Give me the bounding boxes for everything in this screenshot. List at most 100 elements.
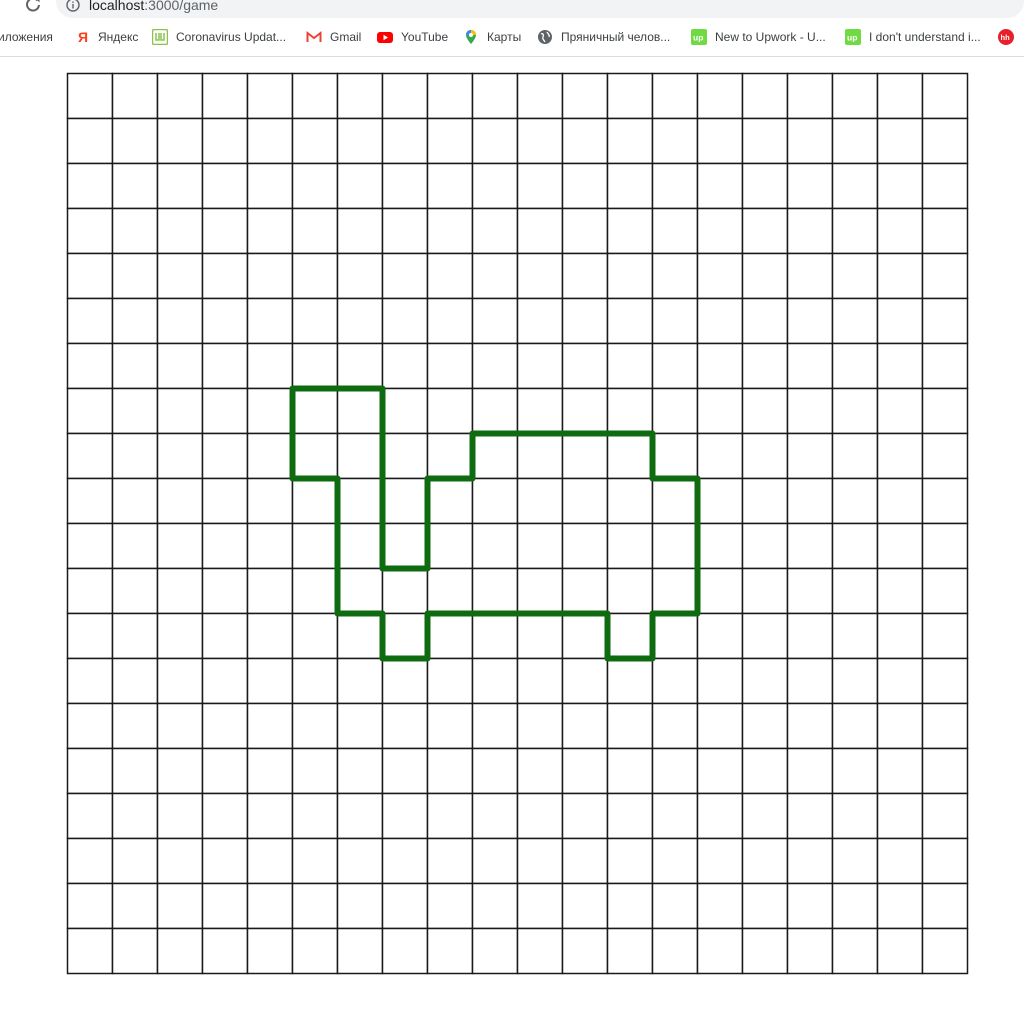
grid-cell[interactable] — [741, 162, 789, 210]
grid-cell[interactable] — [471, 207, 519, 255]
grid-cell[interactable] — [876, 612, 924, 660]
grid-cell[interactable] — [336, 882, 384, 930]
grid-cell[interactable] — [786, 432, 834, 480]
grid-cell[interactable] — [786, 522, 834, 570]
grid-cell[interactable] — [651, 522, 699, 570]
grid-cell[interactable] — [831, 162, 879, 210]
grid-cell[interactable] — [786, 387, 834, 435]
grid-cell[interactable] — [696, 297, 744, 345]
grid-cell[interactable] — [516, 387, 564, 435]
grid-cell[interactable] — [921, 747, 969, 795]
grid-cell[interactable] — [291, 477, 339, 525]
grid-cell[interactable] — [831, 882, 879, 930]
grid-cell[interactable] — [471, 522, 519, 570]
grid-cell[interactable] — [381, 72, 429, 120]
grid-cell[interactable] — [111, 612, 159, 660]
grid-cell[interactable] — [516, 837, 564, 885]
grid-cell[interactable] — [921, 117, 969, 165]
grid-cell[interactable] — [561, 792, 609, 840]
grid-cell[interactable] — [471, 837, 519, 885]
grid-cell[interactable] — [921, 657, 969, 705]
grid-cell[interactable] — [741, 747, 789, 795]
grid-cell[interactable] — [111, 702, 159, 750]
grid-cell[interactable] — [561, 207, 609, 255]
grid-cell[interactable] — [66, 702, 114, 750]
grid-cell[interactable] — [246, 522, 294, 570]
grid-cell[interactable] — [291, 252, 339, 300]
grid-cell[interactable] — [786, 117, 834, 165]
grid-cell[interactable] — [786, 207, 834, 255]
grid-cell[interactable] — [291, 657, 339, 705]
grid-cell[interactable] — [516, 342, 564, 390]
grid-cell[interactable] — [66, 927, 114, 975]
grid-cell[interactable] — [156, 837, 204, 885]
grid-cell[interactable] — [921, 567, 969, 615]
grid-cell[interactable] — [606, 207, 654, 255]
grid-cell[interactable] — [561, 477, 609, 525]
grid-cell[interactable] — [246, 297, 294, 345]
grid-cell[interactable] — [381, 117, 429, 165]
grid-cell[interactable] — [606, 702, 654, 750]
grid-cell[interactable] — [426, 297, 474, 345]
grid-cell[interactable] — [561, 297, 609, 345]
grid-cell[interactable] — [471, 882, 519, 930]
grid-cell[interactable] — [336, 207, 384, 255]
grid-cell[interactable] — [651, 342, 699, 390]
grid-cell[interactable] — [111, 567, 159, 615]
grid-cell[interactable] — [696, 747, 744, 795]
grid-cell[interactable] — [291, 522, 339, 570]
grid-cell[interactable] — [291, 882, 339, 930]
grid-cell[interactable] — [201, 387, 249, 435]
grid-cell[interactable] — [426, 882, 474, 930]
grid-cell[interactable] — [111, 162, 159, 210]
grid-cell[interactable] — [786, 342, 834, 390]
grid-cell[interactable] — [831, 837, 879, 885]
grid-cell[interactable] — [651, 882, 699, 930]
grid-cell[interactable] — [741, 342, 789, 390]
grid-cell[interactable] — [201, 252, 249, 300]
grid-cell[interactable] — [696, 702, 744, 750]
grid-cell[interactable] — [876, 117, 924, 165]
grid-cell[interactable] — [156, 702, 204, 750]
grid-cell[interactable] — [201, 342, 249, 390]
grid-cell[interactable] — [786, 837, 834, 885]
grid-cell[interactable] — [516, 252, 564, 300]
grid-cell[interactable] — [246, 72, 294, 120]
grid-cell[interactable] — [876, 252, 924, 300]
grid-cell[interactable] — [156, 342, 204, 390]
grid-cell[interactable] — [336, 252, 384, 300]
grid-cell[interactable] — [426, 342, 474, 390]
grid-cell[interactable] — [381, 927, 429, 975]
grid-cell[interactable] — [561, 567, 609, 615]
grid-cell[interactable] — [651, 657, 699, 705]
grid-cell[interactable] — [471, 72, 519, 120]
grid-cell[interactable] — [741, 387, 789, 435]
grid-cell[interactable] — [831, 387, 879, 435]
grid-cell[interactable] — [291, 432, 339, 480]
grid-cell[interactable] — [741, 837, 789, 885]
grid-cell[interactable] — [741, 207, 789, 255]
grid-cell[interactable] — [426, 432, 474, 480]
grid-cell[interactable] — [111, 522, 159, 570]
grid-cell[interactable] — [201, 432, 249, 480]
grid-cell[interactable] — [696, 387, 744, 435]
grid-cell[interactable] — [426, 792, 474, 840]
grid-cell[interactable] — [831, 252, 879, 300]
grid-cell[interactable] — [921, 882, 969, 930]
grid-cell[interactable] — [831, 342, 879, 390]
grid-cell[interactable] — [786, 72, 834, 120]
grid-cell[interactable] — [336, 117, 384, 165]
grid-cell[interactable] — [66, 792, 114, 840]
grid-cell[interactable] — [246, 117, 294, 165]
grid-cell[interactable] — [831, 522, 879, 570]
grid-cell[interactable] — [696, 72, 744, 120]
grid-cell[interactable] — [156, 522, 204, 570]
grid-cell[interactable] — [831, 747, 879, 795]
grid-cell[interactable] — [156, 162, 204, 210]
grid-cell[interactable] — [426, 702, 474, 750]
grid-cell[interactable] — [471, 432, 519, 480]
grid-cell[interactable] — [516, 207, 564, 255]
grid-cell[interactable] — [651, 297, 699, 345]
grid-cell[interactable] — [426, 207, 474, 255]
grid-cell[interactable] — [741, 702, 789, 750]
